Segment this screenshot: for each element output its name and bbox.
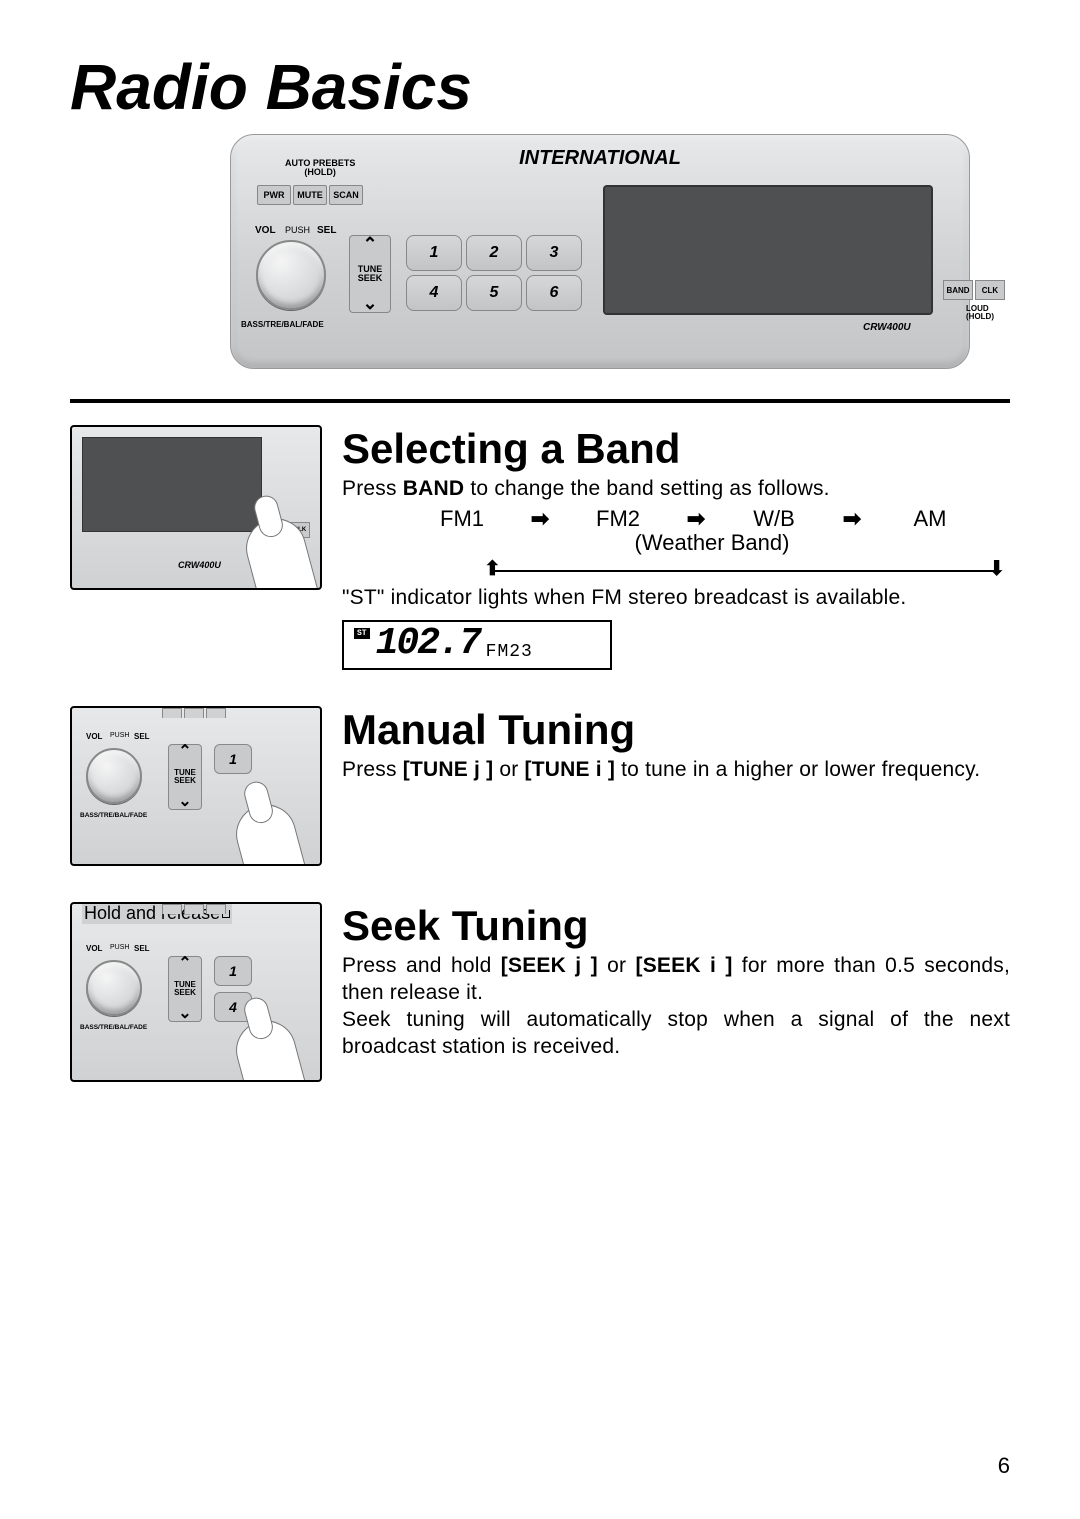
heading-manual: Manual Tuning <box>342 706 1010 754</box>
model-label: CRW400U <box>863 322 911 333</box>
side-buttons: BAND CLK <box>943 280 1005 300</box>
thumb-preset-1: 1 <box>214 956 252 986</box>
chevron-up-icon: ⌃ <box>178 746 191 757</box>
mute-button: MUTE <box>293 185 327 205</box>
manual-paragraph: Press [TUNE j ] or [TUNE i ] to tune in … <box>342 756 1010 783</box>
thumb-band: BAND CLK LO (HO CRW400U <box>70 425 322 590</box>
band-button: BAND <box>943 280 973 300</box>
vol-label: VOL <box>255 225 276 236</box>
thumb-push: PUSH <box>110 944 129 951</box>
thumb-rocker: ⌃ TUNESEEK ⌄ <box>168 956 202 1022</box>
st-note: "ST" indicator lights when FM stereo bre… <box>342 584 1010 611</box>
clk-button: CLK <box>975 280 1005 300</box>
lcd-band: FM23 <box>486 642 533 662</box>
hand-icon <box>229 1013 310 1081</box>
thumb-push: PUSH <box>110 732 129 739</box>
seek-paragraph-2: Seek tuning will automatically stop when… <box>342 1006 1010 1061</box>
thumb-rocker: ⌃ TUNESEEK ⌄ <box>168 744 202 810</box>
arrow-right-icon: ➡ <box>834 506 870 532</box>
section-band-content: Selecting a Band Press BAND to change th… <box>342 425 1010 670</box>
preset-6: 6 <box>526 275 582 311</box>
thumb-seek: Hold and release VOL PUSH SEL BASS/TRE/B… <box>70 902 322 1082</box>
thumb-dial <box>86 960 142 1016</box>
thumb-bass: BASS/TRE/BAL/FADE <box>80 1024 147 1031</box>
page-title: Radio Basics <box>70 50 1010 124</box>
heading-band: Selecting a Band <box>342 425 1010 473</box>
lcd-frequency: 102.7 <box>376 622 480 665</box>
preset-1: 1 <box>406 235 462 271</box>
tune-seek-label: TUNE SEEK <box>358 265 383 283</box>
thumb-vol: VOL <box>86 944 102 953</box>
loud-label: LOUD (HOLD) <box>966 305 994 321</box>
volume-dial <box>256 240 326 310</box>
seek-paragraph-1: Press and hold [SEEK j ] or [SEEK i ] fo… <box>342 952 1010 1007</box>
preset-5: 5 <box>466 275 522 311</box>
chevron-down-icon: ⌄ <box>178 1008 191 1019</box>
preset-4: 4 <box>406 275 462 311</box>
bass-label: BASS/TRE/BAL/FADE <box>241 320 324 329</box>
lcd-screen <box>603 185 933 315</box>
arrow-up-icon: ⬆ <box>484 556 501 581</box>
top-button-row: PWR MUTE SCAN <box>257 185 363 205</box>
band-am: AM <box>870 506 990 532</box>
st-indicator: ST <box>354 628 370 639</box>
thumb-preset-1: 1 <box>214 744 252 774</box>
page-number: 6 <box>998 1453 1010 1479</box>
section-seek-tuning: Hold and release VOL PUSH SEL BASS/TRE/B… <box>70 902 1010 1082</box>
push-label: PUSH <box>285 225 310 235</box>
section-manual-content: Manual Tuning Press [TUNE j ] or [TUNE i… <box>342 706 1010 866</box>
band-flow-diagram: FM1 ➡ FM2 ➡ W/B ➡ AM (Weather Band) ⬆ ⬇ <box>402 506 1010 584</box>
lcd-readout: ST 102.7 FM23 <box>342 620 612 670</box>
chevron-up-icon: ⌃ <box>362 238 377 251</box>
thumb-lcd <box>82 437 262 532</box>
section-seek-content: Seek Tuning Press and hold [SEEK j ] or … <box>342 902 1010 1082</box>
page: Radio Basics INTERNATIONAL AUTO PREBETS … <box>0 0 1080 1519</box>
thumb-sel: SEL <box>134 732 150 741</box>
band-fm2: FM2 <box>558 506 678 532</box>
preset-3: 3 <box>526 235 582 271</box>
band-fm1: FM1 <box>402 506 522 532</box>
section-selecting-band: BAND CLK LO (HO CRW400U Selecting a Band… <box>70 425 1010 670</box>
hand-icon <box>229 797 310 865</box>
arrow-right-icon: ➡ <box>522 506 558 532</box>
chevron-up-icon: ⌃ <box>178 958 191 969</box>
scan-button: SCAN <box>329 185 363 205</box>
thumb-top-tabs <box>162 904 226 914</box>
thumb-top-tabs <box>162 708 226 718</box>
band-loop-bar: ⬆ ⬇ <box>402 560 1010 584</box>
preset-2: 2 <box>466 235 522 271</box>
chevron-down-icon: ⌄ <box>178 796 191 807</box>
pwr-button: PWR <box>257 185 291 205</box>
section-manual-tuning: VOL PUSH SEL BASS/TRE/BAL/FADE ⌃ TUNESEE… <box>70 706 1010 866</box>
separator-rule <box>70 399 1010 403</box>
heading-seek: Seek Tuning <box>342 902 1010 950</box>
tune-seek-rocker: ⌃ TUNE SEEK ⌄ <box>349 235 391 313</box>
radio-faceplate-illustration: INTERNATIONAL AUTO PREBETS (HOLD) PWR MU… <box>230 134 970 369</box>
band-wb-sub: (Weather Band) <box>602 530 822 556</box>
sel-label: SEL <box>317 225 336 236</box>
thumb-vol: VOL <box>86 732 102 741</box>
thumb-bass: BASS/TRE/BAL/FADE <box>80 812 147 819</box>
auto-presets-line2: (HOLD) <box>285 168 355 177</box>
band-intro: Press BAND to change the band setting as… <box>342 475 1010 502</box>
thumb-manual: VOL PUSH SEL BASS/TRE/BAL/FADE ⌃ TUNESEE… <box>70 706 322 866</box>
band-wb: W/B <box>714 506 834 532</box>
thumb-dial <box>86 748 142 804</box>
arrow-down-icon: ⬇ <box>988 556 1005 581</box>
thumb-sel: SEL <box>134 944 150 953</box>
arrow-right-icon: ➡ <box>678 506 714 532</box>
preset-grid: 1 2 3 4 5 6 <box>406 235 582 311</box>
chevron-down-icon: ⌄ <box>362 297 377 310</box>
thumb-model: CRW400U <box>178 560 221 570</box>
auto-presets-label: AUTO PREBETS (HOLD) <box>285 159 355 177</box>
